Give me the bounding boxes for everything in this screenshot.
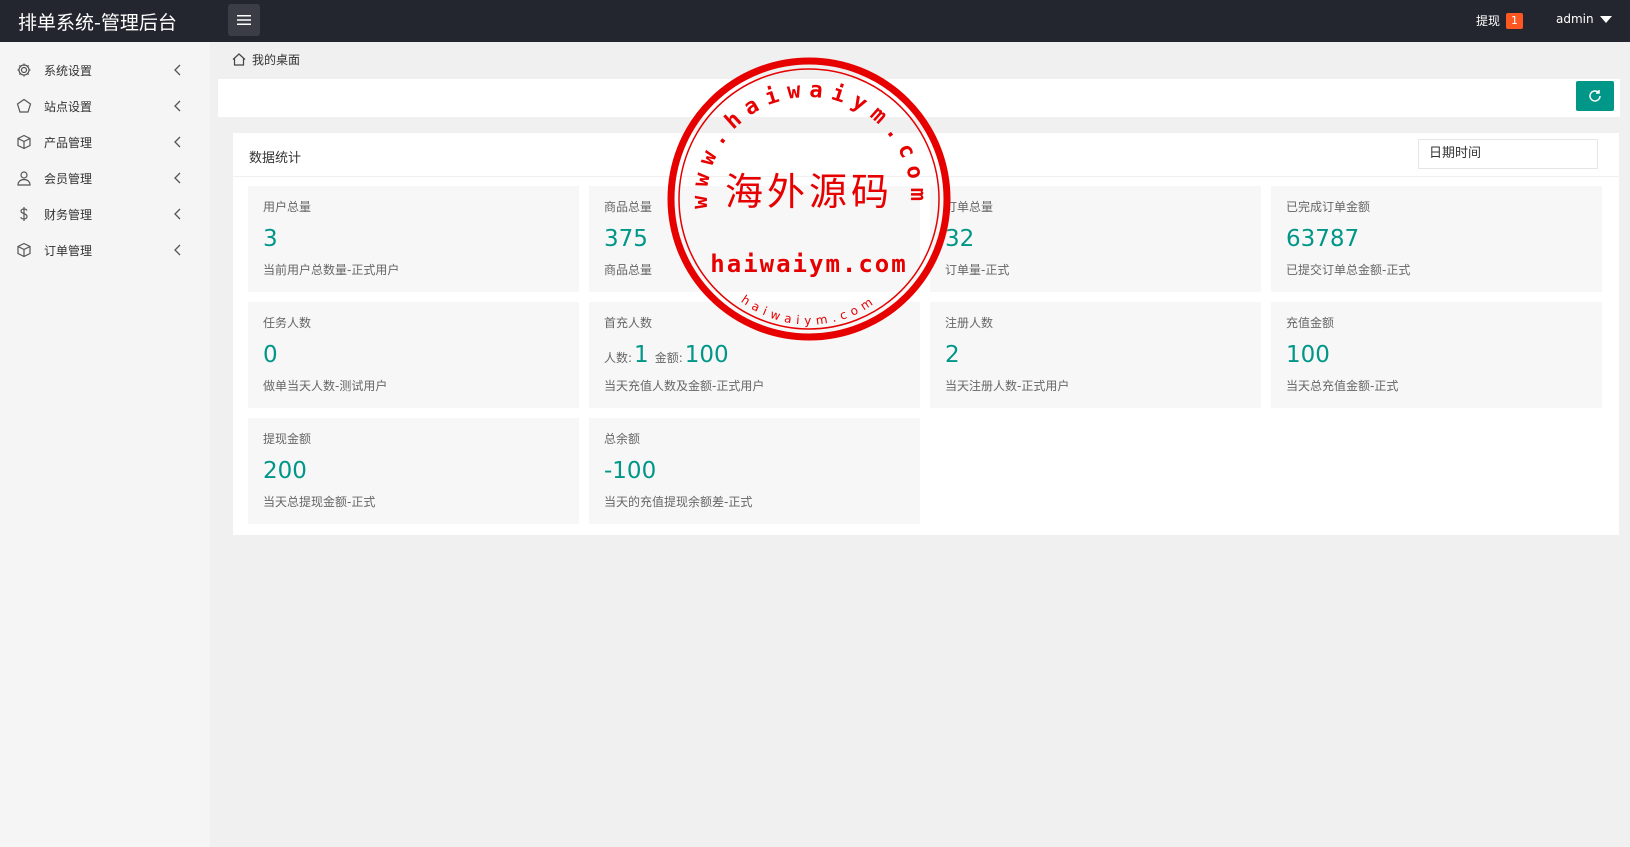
card-desc: 当天总充值金额-正式 <box>1286 379 1399 393</box>
sidebar-item-label: 会员管理 <box>44 171 93 186</box>
sidebar-item-members[interactable]: 会员管理 <box>0 160 210 196</box>
stat-card-completed-amount: 已完成订单金额 63787 已提交订单总金额-正式 <box>1271 186 1602 292</box>
sidebar-item-orders[interactable]: 订单管理 <box>0 232 210 268</box>
chevron-left-icon <box>174 244 181 256</box>
card-value: 200 <box>263 458 307 484</box>
stat-card-withdraw-amount: 提现金额 200 当天总提现金额-正式 <box>248 418 579 524</box>
breadcrumb-label: 我的桌面 <box>252 52 301 67</box>
card-value: 375 <box>604 226 648 252</box>
app-title: 排单系统-管理后台 <box>18 12 177 34</box>
chevron-left-icon <box>174 136 181 148</box>
panel-title: 数据统计 <box>249 151 302 166</box>
box-icon <box>17 134 31 150</box>
menu-toggle-button[interactable] <box>228 4 260 36</box>
card-desc: 当天充值人数及金额-正式用户 <box>604 379 765 393</box>
amount-label: 金额: <box>654 351 683 365</box>
card-value: 63787 <box>1286 226 1360 252</box>
count-label: 人数: <box>604 351 633 365</box>
caret-down-icon <box>1599 15 1612 23</box>
breadcrumb[interactable]: 我的桌面 <box>232 50 300 68</box>
sidebar-item-site-settings[interactable]: 站点设置 <box>0 88 210 124</box>
refresh-button[interactable] <box>1576 81 1614 111</box>
card-title: 总余额 <box>604 432 641 446</box>
withdraw-link[interactable]: 提现 1 <box>1476 12 1524 29</box>
card-title: 提现金额 <box>263 432 312 446</box>
card-desc: 当天注册人数-正式用户 <box>945 379 1070 393</box>
sidebar-item-finance[interactable]: 财务管理 <box>0 196 210 232</box>
withdraw-badge: 1 <box>1506 12 1524 29</box>
box-icon <box>17 242 31 258</box>
stat-card-total-balance: 总余额 -100 当天的充值提现余额差-正式 <box>589 418 920 524</box>
sidebar-item-system-settings[interactable]: 系统设置 <box>0 52 210 88</box>
user-icon <box>17 171 31 186</box>
card-value-group: 人数: 1 金额: 100 <box>604 342 735 368</box>
card-title: 用户总量 <box>263 200 312 214</box>
card-desc: 商品总量 <box>604 263 653 277</box>
gear-icon <box>17 63 31 77</box>
sidebar-item-label: 站点设置 <box>44 99 93 114</box>
card-value: 100 <box>1286 342 1330 368</box>
stat-card-total-orders: 订单总量 32 订单量-正式 <box>930 186 1261 292</box>
chevron-left-icon <box>174 208 181 220</box>
card-desc: 做单当天人数-测试用户 <box>263 379 388 393</box>
sidebar: 系统设置 站点设置 产品管理 会员管理 财务管理 订单管理 <box>0 42 210 847</box>
card-value: 0 <box>263 342 278 368</box>
stat-card-registrations: 注册人数 2 当天注册人数-正式用户 <box>930 302 1261 408</box>
chevron-left-icon <box>174 100 181 112</box>
top-navbar: 排单系统-管理后台 提现 1 admin <box>0 0 1630 42</box>
dollar-icon <box>20 207 28 221</box>
sidebar-item-products[interactable]: 产品管理 <box>0 124 210 160</box>
card-title: 首充人数 <box>604 316 653 330</box>
chevron-left-icon <box>174 172 181 184</box>
user-menu[interactable]: admin <box>1556 12 1612 26</box>
card-title: 已完成订单金额 <box>1286 200 1371 214</box>
card-title: 商品总量 <box>604 200 653 214</box>
card-title: 充值金额 <box>1286 316 1335 330</box>
stat-card-total-users: 用户总量 3 当前用户总数量-正式用户 <box>248 186 579 292</box>
card-desc: 当前用户总数量-正式用户 <box>263 263 400 277</box>
card-desc: 当天的充值提现余额差-正式 <box>604 495 753 509</box>
count-value: 1 <box>634 342 649 368</box>
chevron-left-icon <box>174 64 181 76</box>
watermark-domain-text: haiwaiym.com <box>710 250 907 278</box>
card-desc: 当天总提现金额-正式 <box>263 495 376 509</box>
amount-value: 100 <box>684 342 729 368</box>
date-input[interactable]: 日期时间 <box>1418 139 1598 169</box>
sidebar-item-label: 系统设置 <box>44 63 93 78</box>
svg-text:haiwaiym.com: haiwaiym.com <box>739 292 880 327</box>
card-value: 3 <box>263 226 278 252</box>
card-value: 2 <box>945 342 960 368</box>
sidebar-item-label: 订单管理 <box>44 243 93 258</box>
stat-card-task-users: 任务人数 0 做单当天人数-测试用户 <box>248 302 579 408</box>
watermark-stamp: www.haiwaiym.com 海外源码 haiwaiym.com haiwa… <box>667 57 951 341</box>
sidebar-item-label: 产品管理 <box>44 135 93 150</box>
sidebar-item-label: 财务管理 <box>44 207 93 222</box>
watermark-center-text: 海外源码 <box>725 170 893 214</box>
card-desc: 已提交订单总金额-正式 <box>1286 263 1411 277</box>
card-title: 任务人数 <box>263 316 312 330</box>
watermark-small-text: haiwaiym.com <box>739 292 875 327</box>
refresh-icon <box>1589 90 1601 102</box>
home-icon <box>232 52 246 66</box>
username: admin <box>1556 12 1594 26</box>
card-value: -100 <box>604 458 657 484</box>
diamond-icon <box>16 98 32 113</box>
stat-card-recharge-amount: 充值金额 100 当天总充值金额-正式 <box>1271 302 1602 408</box>
withdraw-label: 提现 <box>1476 14 1501 28</box>
hamburger-icon <box>237 15 251 25</box>
